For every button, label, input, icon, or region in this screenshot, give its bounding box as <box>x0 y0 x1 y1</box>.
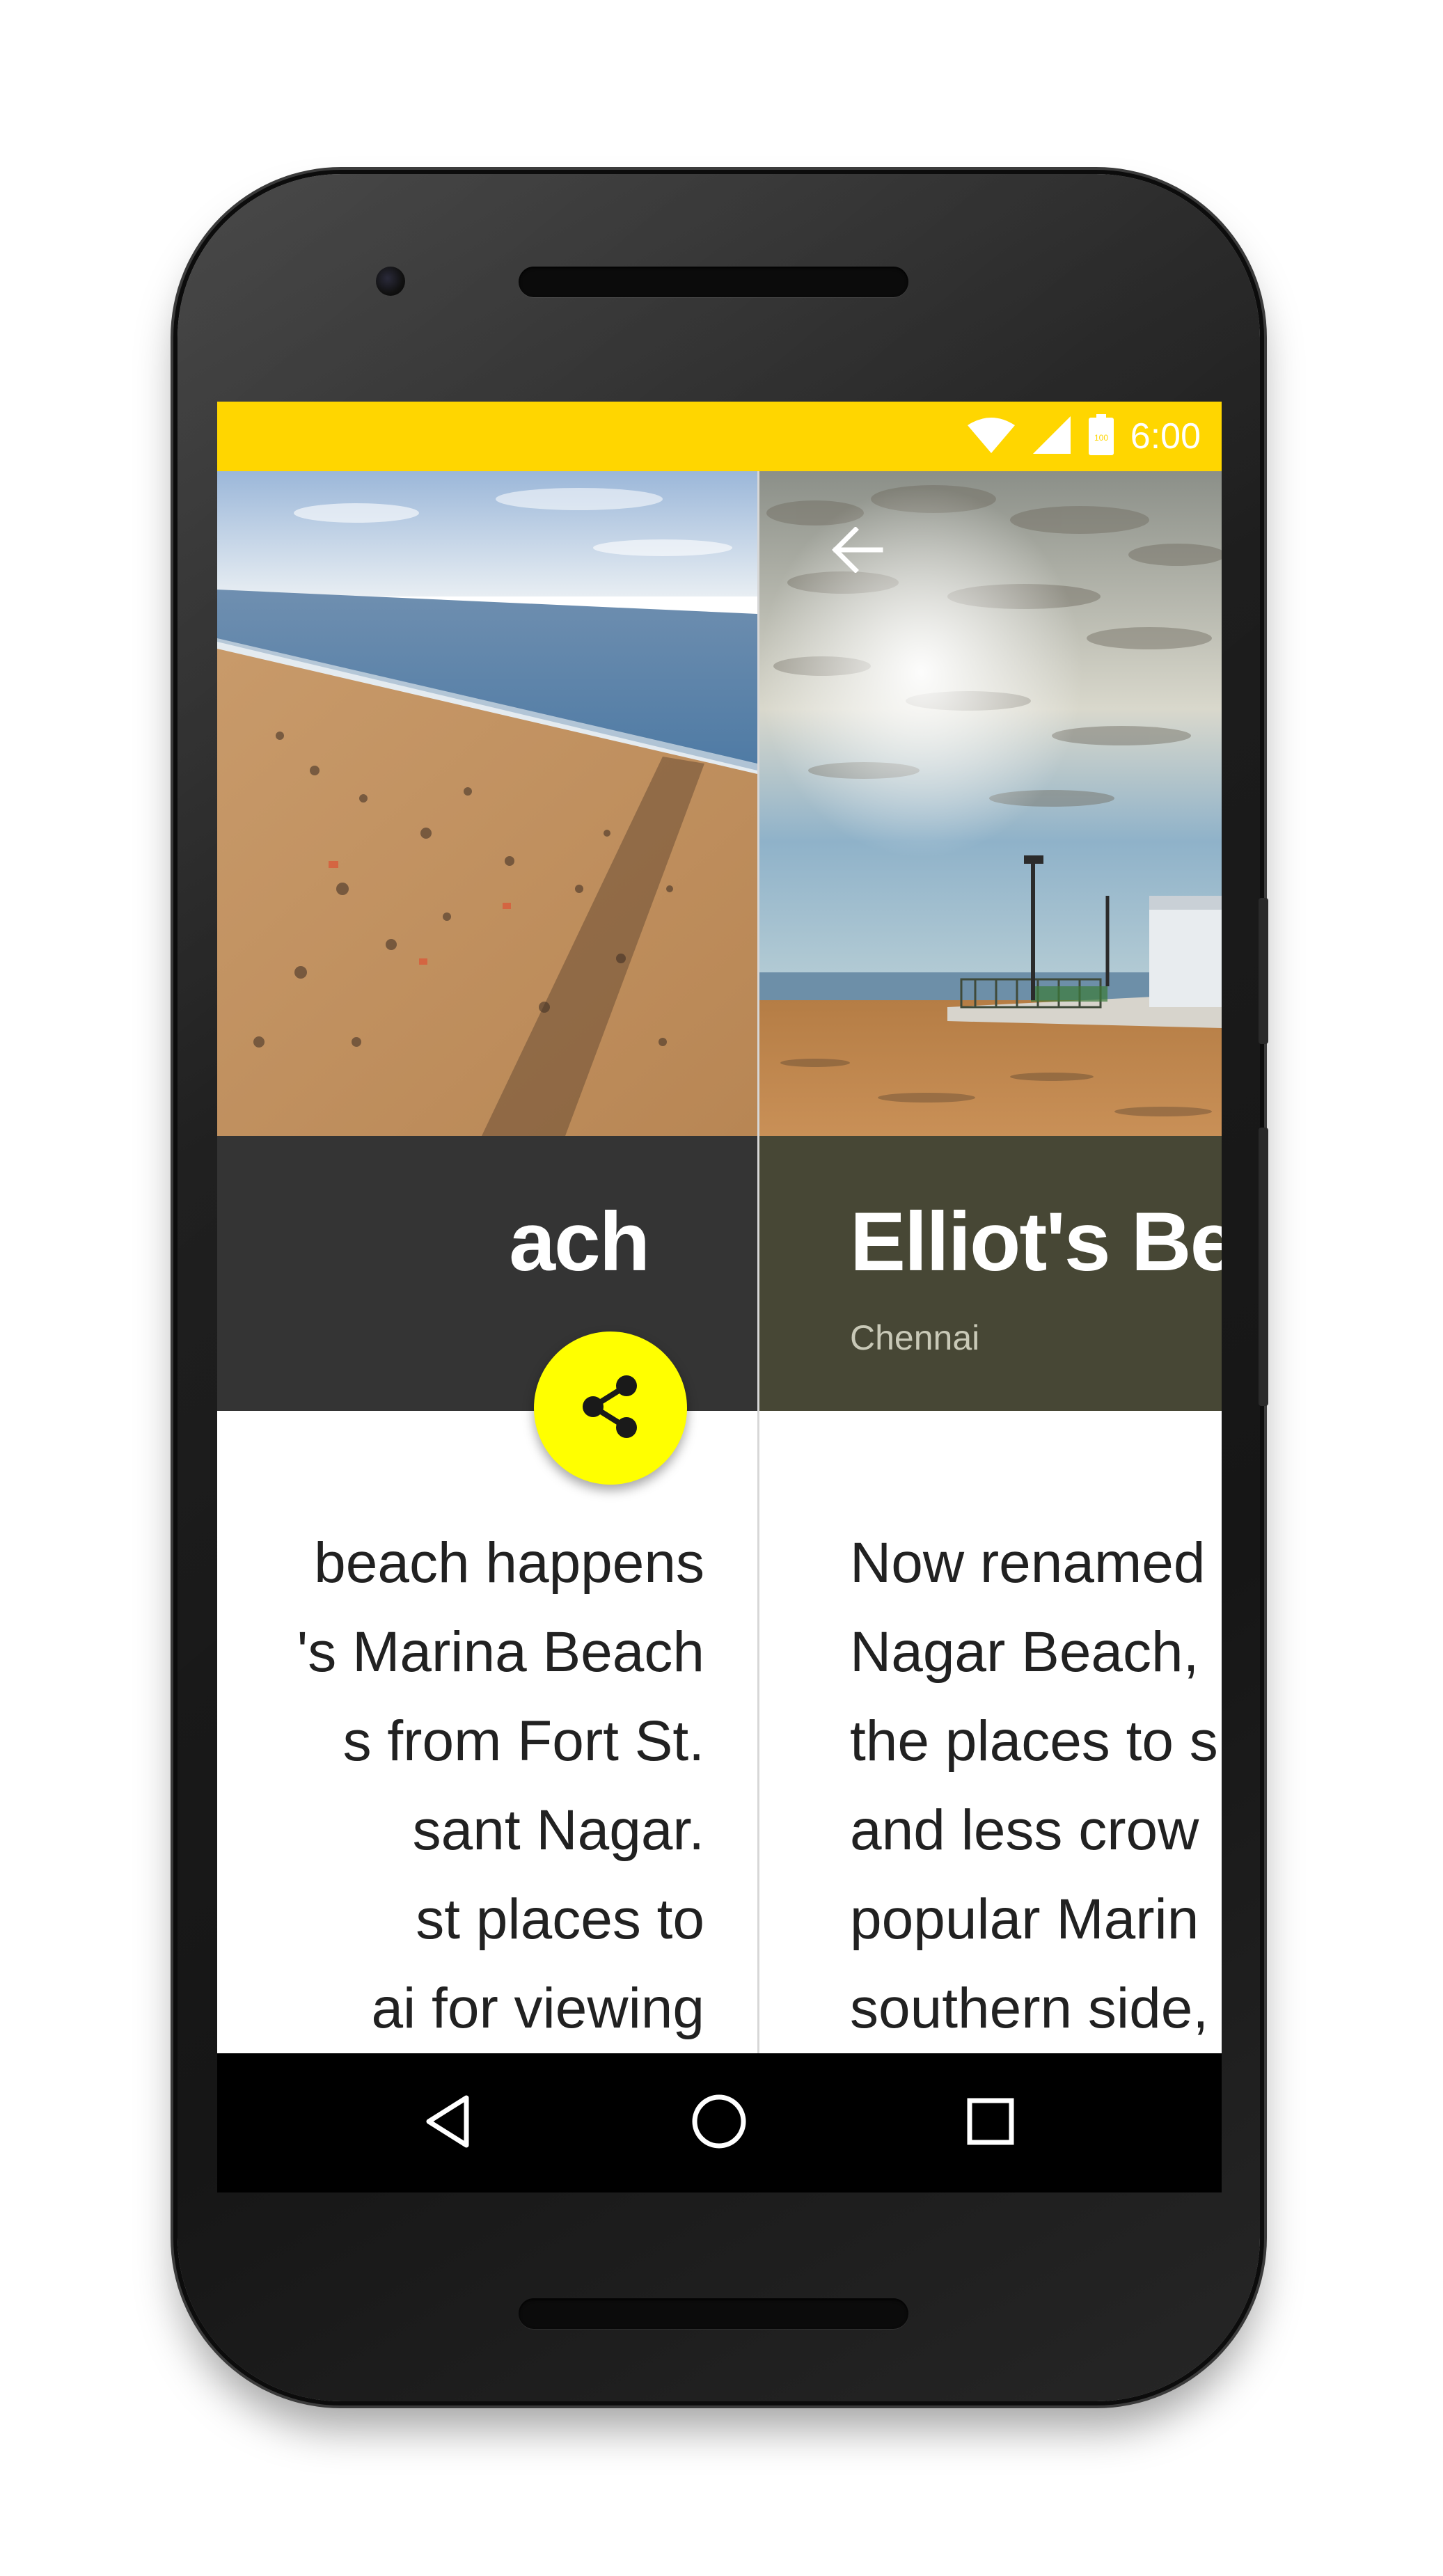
volume-button <box>1259 1128 1268 1406</box>
body-line: and less crow <box>850 1799 1199 1862</box>
body-text-right: Now renamed Nagar Beach, the places to s… <box>850 1519 1218 2053</box>
body-line: Now renamed <box>850 1531 1206 1595</box>
recents-square-icon <box>966 2097 1015 2149</box>
body-line: southern side, <box>850 1977 1209 2040</box>
share-fab[interactable] <box>534 1332 687 1485</box>
screen: 100 6:00 ach beach happens 's Marina Bea… <box>217 402 1222 2192</box>
hero-image-marina-beach <box>217 471 757 1136</box>
nav-back-button[interactable] <box>385 2053 510 2192</box>
back-triangle-icon <box>423 2094 472 2153</box>
body-line: popular Marin <box>850 1888 1199 1951</box>
card-elliots-beach[interactable]: Elliot's Bea Chennai Now renamed Nagar B… <box>759 471 1222 2053</box>
body-line: Nagar Beach, <box>850 1620 1199 1684</box>
place-subtitle: Chennai <box>850 1318 980 1357</box>
cell-signal-icon <box>1032 415 1072 459</box>
power-button <box>1259 898 1268 1044</box>
bottom-speaker <box>519 2298 908 2329</box>
body-text-left: beach happens 's Marina Beach s from For… <box>297 1519 704 2053</box>
home-circle-icon <box>690 2092 748 2154</box>
body-line: s from Fort St. <box>342 1709 704 1773</box>
front-camera <box>376 267 405 296</box>
back-button[interactable] <box>823 516 892 586</box>
top-speaker <box>519 267 908 297</box>
place-title-left: ach <box>509 1195 650 1288</box>
place-title-right: Elliot's Bea <box>850 1195 1222 1288</box>
card-marina-beach[interactable]: ach beach happens 's Marina Beach s from… <box>217 471 757 2053</box>
share-icon <box>581 1373 640 1444</box>
arrow-back-icon <box>832 526 883 576</box>
status-time: 6:00 <box>1130 416 1201 457</box>
nav-recents-button[interactable] <box>928 2053 1053 2192</box>
battery-level-text: 100 <box>1094 433 1108 443</box>
status-bar: 100 6:00 <box>217 402 1222 471</box>
status-icons: 100 6:00 <box>966 402 1201 471</box>
body-line: st places to <box>416 1888 704 1951</box>
body-line: the places to s <box>850 1709 1218 1773</box>
body-line: sant Nagar. <box>412 1799 704 1862</box>
wifi-icon <box>966 416 1016 458</box>
navigation-bar <box>217 2053 1222 2192</box>
body-line: beach happens <box>314 1531 704 1595</box>
battery-icon: 100 <box>1087 413 1115 459</box>
body-line: ai for viewing <box>371 1977 704 2040</box>
header-block-right: Elliot's Bea Chennai <box>759 1136 1222 1411</box>
body-line: 's Marina Beach <box>297 1620 704 1684</box>
nav-home-button[interactable] <box>656 2053 782 2192</box>
